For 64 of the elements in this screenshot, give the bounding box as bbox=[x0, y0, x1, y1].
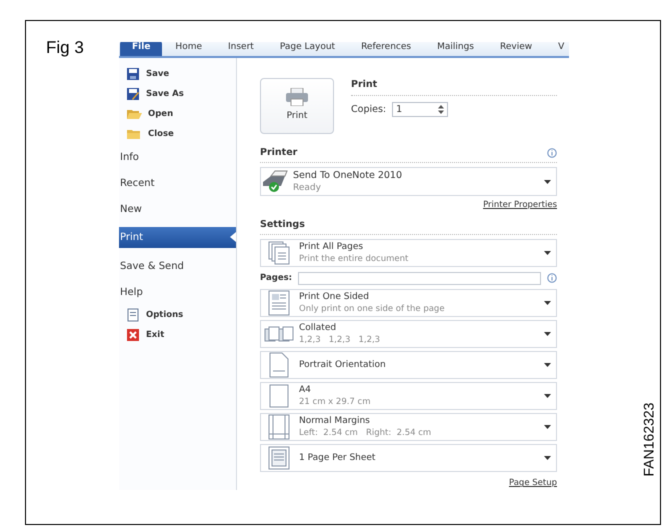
dropdown-caret-icon bbox=[544, 394, 551, 398]
dropdown-caret-icon bbox=[544, 180, 551, 184]
copies-spinner[interactable]: 1 bbox=[392, 102, 448, 118]
ribbon-tab[interactable]: Home bbox=[162, 42, 215, 56]
sidebar-item[interactable]: Print bbox=[119, 227, 236, 248]
settings-dropdown[interactable]: Normal Margins Left: 2.54 cm Right: 2.54 cm bbox=[260, 413, 557, 442]
ribbon-tab[interactable]: V bbox=[545, 42, 569, 56]
sidebar-item[interactable]: Save & Send bbox=[119, 253, 236, 279]
dropdown-caret-icon bbox=[544, 332, 551, 336]
sidebar-item[interactable]: New bbox=[119, 196, 236, 222]
dropdown-caret-icon bbox=[544, 363, 551, 368]
blank-page-icon bbox=[269, 384, 289, 408]
pages-input-field[interactable] bbox=[298, 272, 541, 285]
collated-pages-icon bbox=[264, 326, 294, 342]
sidebar-item[interactable]: Options bbox=[119, 305, 236, 325]
sidebar-item[interactable]: Open bbox=[119, 104, 236, 124]
open-folder-icon bbox=[126, 107, 142, 121]
info-icon bbox=[547, 273, 557, 284]
dropdown-caret-icon bbox=[544, 456, 551, 460]
dropdown-caret-icon bbox=[544, 301, 551, 306]
sidebar-item[interactable]: Help bbox=[119, 279, 236, 305]
sidebar-item[interactable]: Save bbox=[119, 64, 236, 84]
close-icon bbox=[126, 328, 140, 342]
sidebar-item[interactable]: Info bbox=[119, 144, 236, 170]
pages-stack-icon bbox=[268, 241, 290, 266]
spinner-arrows-icon bbox=[438, 105, 444, 114]
sidebar-item[interactable]: Exit bbox=[119, 325, 236, 345]
settings-dropdown[interactable]: Print One Sided Only print on one side of the page bbox=[260, 289, 557, 318]
portrait-page-icon bbox=[269, 352, 289, 378]
settings-dropdown[interactable]: Print All Pages Print the entire document bbox=[260, 239, 557, 268]
ribbon-tab[interactable]: References bbox=[348, 42, 424, 56]
dropdown-caret-icon bbox=[544, 251, 551, 256]
ribbon-tab[interactable]: Mailings bbox=[424, 42, 487, 56]
page-lines-icon bbox=[268, 446, 290, 470]
printer-dropdown[interactable]: Send To OneNote 2010 Ready bbox=[260, 167, 557, 196]
print-button[interactable]: Print bbox=[260, 78, 334, 134]
ribbon-tab[interactable]: Review bbox=[486, 42, 546, 56]
sidebar-item[interactable]: Close bbox=[119, 124, 236, 144]
margins-page-icon bbox=[268, 414, 290, 440]
section-heading: Print bbox=[351, 78, 557, 96]
settings-dropdown[interactable]: Portrait Orientation bbox=[260, 351, 557, 380]
settings-dropdown[interactable]: A4 21 cm x 29.7 cm bbox=[260, 382, 557, 410]
sidebar-item[interactable]: Recent bbox=[119, 170, 236, 196]
folder-icon bbox=[126, 127, 142, 141]
section-heading: Settings bbox=[260, 218, 557, 236]
printer-icon bbox=[285, 88, 309, 106]
figure-label: Fig 3 bbox=[46, 38, 84, 57]
settings-dropdown[interactable]: Collated 1,2,3 1,2,3 1,2,3 bbox=[260, 320, 557, 348]
settings-dropdown[interactable]: 1 Page Per Sheet bbox=[260, 444, 557, 472]
ribbon-tab[interactable]: Page Layout bbox=[266, 42, 348, 56]
copies-label: Copies: bbox=[351, 102, 386, 117]
section-heading: Printer bbox=[260, 146, 298, 160]
page-setup-link[interactable]: Page Setup bbox=[508, 477, 557, 490]
document-icon bbox=[126, 308, 140, 322]
sidebar-item[interactable]: Save As bbox=[119, 84, 236, 104]
pages-label: Pages: bbox=[260, 272, 292, 285]
info-icon bbox=[547, 148, 557, 158]
page-text-icon bbox=[268, 290, 290, 316]
figure-code: FAN162323 bbox=[640, 402, 658, 476]
dropdown-caret-icon bbox=[544, 425, 551, 430]
ribbon-tab[interactable]: File bbox=[120, 42, 162, 56]
floppy-disk-pencil-icon bbox=[126, 87, 140, 101]
ribbon-tab[interactable]: Insert bbox=[215, 42, 267, 56]
printer-properties-link[interactable]: Printer Properties bbox=[483, 199, 557, 212]
